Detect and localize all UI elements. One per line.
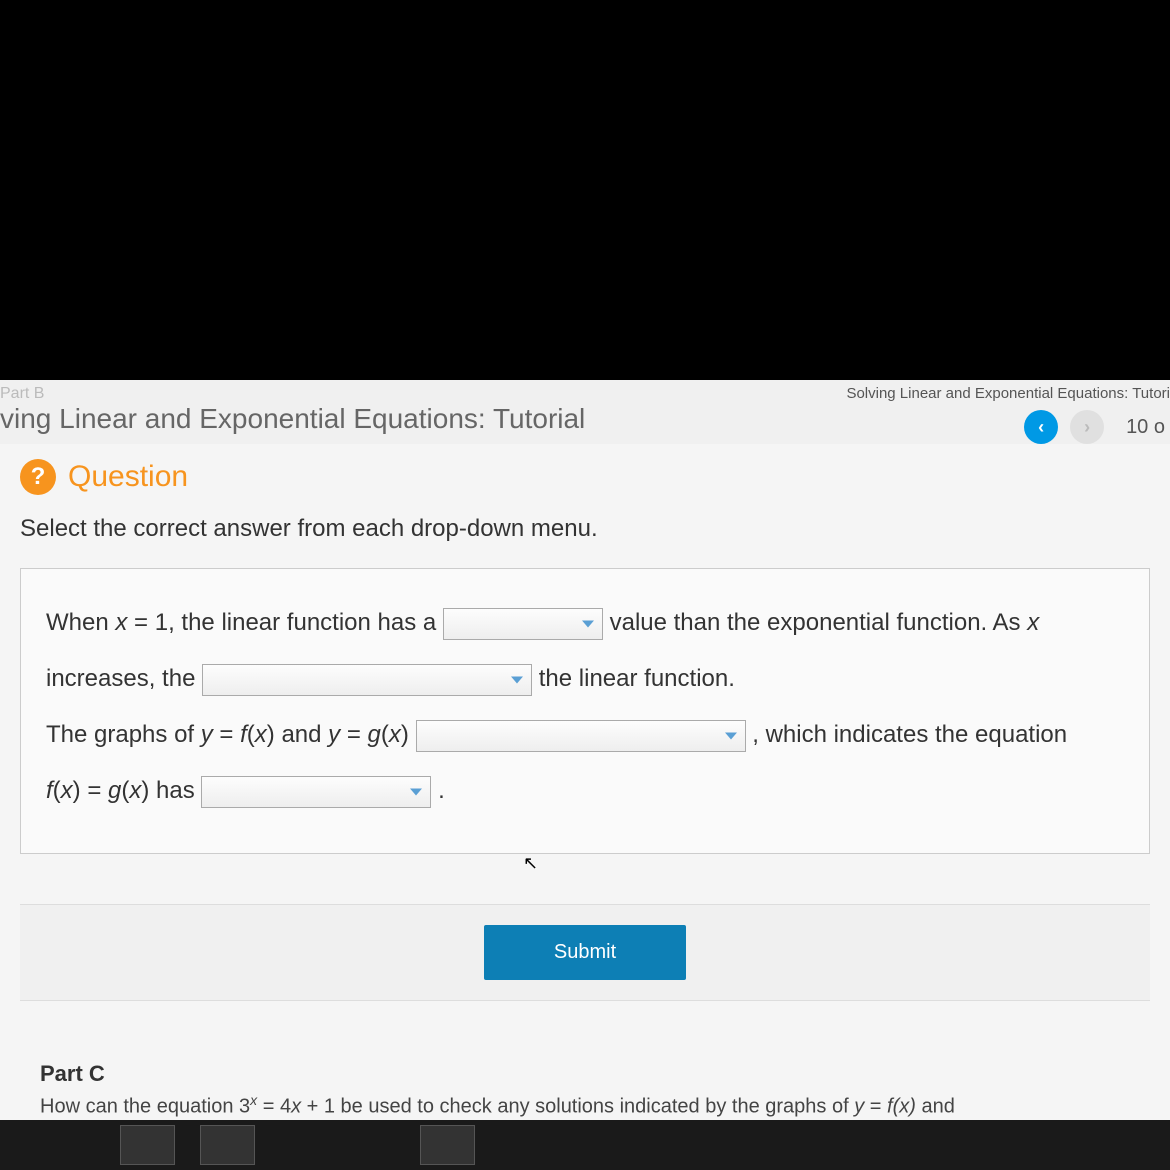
submit-button[interactable]: Submit bbox=[484, 925, 686, 980]
text-segment: = bbox=[213, 721, 240, 748]
cursor-icon: ↖ bbox=[523, 853, 538, 874]
chevron-down-icon bbox=[725, 732, 737, 739]
text-segment: ) bbox=[401, 721, 416, 748]
text-segment: = 1, the linear function has a bbox=[127, 609, 443, 636]
question-title: Question bbox=[68, 460, 188, 494]
taskbar bbox=[0, 1120, 1170, 1170]
part-c-title: Part C bbox=[40, 1061, 1150, 1087]
text-segment: ) has bbox=[141, 777, 201, 804]
variable-x: x bbox=[129, 777, 141, 804]
function-f: f bbox=[240, 721, 247, 748]
text-segment: increases, the bbox=[46, 665, 202, 692]
dropdown-3[interactable] bbox=[416, 720, 746, 752]
taskbar-app-icon[interactable] bbox=[420, 1125, 475, 1165]
text-segment: value than the exponential function. As bbox=[610, 609, 1028, 636]
chevron-down-icon bbox=[410, 788, 422, 795]
taskbar-app-icon[interactable] bbox=[200, 1125, 255, 1165]
dropdown-2[interactable] bbox=[202, 664, 532, 696]
breadcrumb: Solving Linear and Exponential Equations… bbox=[846, 385, 1170, 402]
tutorial-title: ving Linear and Exponential Equations: T… bbox=[0, 403, 585, 435]
part-c-text: How can the equation 3x = 4x + 1 be used… bbox=[40, 1092, 1150, 1119]
question-icon: ? bbox=[20, 459, 56, 495]
text-segment: The graphs of bbox=[46, 721, 201, 748]
text-segment: ( bbox=[381, 721, 389, 748]
question-instruction: Select the correct answer from each drop… bbox=[20, 515, 1150, 543]
part-label: Part B bbox=[0, 385, 585, 403]
text-segment: = bbox=[340, 721, 367, 748]
text-segment: When bbox=[46, 609, 115, 636]
variable-x: x bbox=[115, 609, 127, 636]
text-segment: ) and bbox=[267, 721, 328, 748]
variable-x: x bbox=[255, 721, 267, 748]
variable-x: x bbox=[389, 721, 401, 748]
function-g: g bbox=[368, 721, 381, 748]
dropdown-1[interactable] bbox=[443, 608, 603, 640]
nav-back-button[interactable]: ‹ bbox=[1024, 410, 1058, 444]
function-g: g bbox=[108, 777, 121, 804]
variable-y: y bbox=[201, 721, 213, 748]
function-f: f bbox=[46, 777, 53, 804]
chevron-right-icon: › bbox=[1084, 417, 1090, 438]
chevron-down-icon bbox=[582, 620, 594, 627]
variable-y: y bbox=[328, 721, 340, 748]
text-segment: ( bbox=[247, 721, 255, 748]
nav-forward-button[interactable]: › bbox=[1070, 410, 1104, 444]
variable-x: x bbox=[61, 777, 73, 804]
text-segment: ) = bbox=[73, 777, 108, 804]
question-box: When x = 1, the linear function has a va… bbox=[20, 568, 1150, 854]
variable-x: x bbox=[1027, 609, 1039, 636]
dropdown-4[interactable] bbox=[201, 776, 431, 808]
text-segment: . bbox=[438, 777, 445, 804]
text-segment: ( bbox=[53, 777, 61, 804]
text-segment: the linear function. bbox=[539, 665, 735, 692]
taskbar-app-icon[interactable] bbox=[120, 1125, 175, 1165]
chevron-left-icon: ‹ bbox=[1038, 417, 1044, 438]
text-segment: , which indicates the equation bbox=[752, 721, 1067, 748]
chevron-down-icon bbox=[511, 676, 523, 683]
page-counter: 10 o bbox=[1126, 416, 1165, 439]
